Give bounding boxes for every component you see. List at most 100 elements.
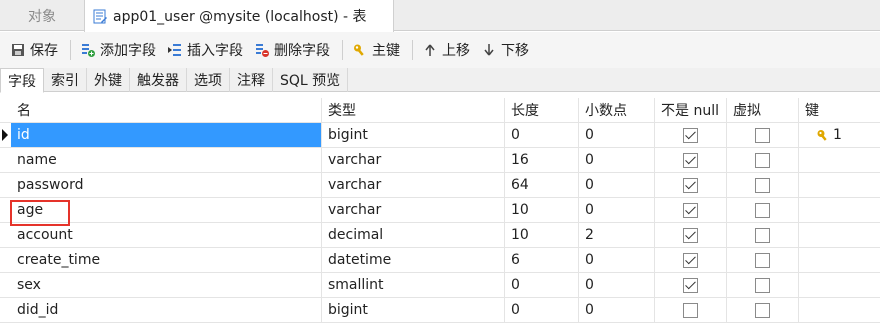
field-type-cell[interactable]: varchar — [322, 173, 505, 197]
insert-field-button[interactable]: 插入字段 — [163, 37, 248, 63]
field-decimals-cell[interactable]: 0 — [579, 173, 655, 197]
row-indicator — [0, 173, 11, 197]
current-row-arrow-icon — [2, 129, 8, 141]
field-key-cell[interactable] — [799, 173, 880, 197]
field-decimals-cell[interactable]: 0 — [579, 198, 655, 222]
move-down-button[interactable]: 下移 — [477, 37, 534, 63]
field-name-cell[interactable]: sex — [11, 273, 322, 297]
not-null-checkbox[interactable] — [683, 252, 698, 268]
virtual-checkbox[interactable] — [755, 227, 770, 243]
table-row[interactable]: age varchar 10 0 — [0, 198, 880, 223]
field-key-cell[interactable] — [799, 148, 880, 172]
virtual-checkbox[interactable] — [755, 277, 770, 293]
row-indicator — [0, 223, 11, 247]
add-field-button[interactable]: 添加字段 — [76, 37, 161, 63]
field-name-cell[interactable]: password — [11, 173, 322, 197]
primary-key-button[interactable]: 主键 — [348, 37, 405, 63]
field-length-cell[interactable]: 10 — [505, 223, 579, 247]
tab-indexes[interactable]: 索引 — [44, 68, 87, 92]
field-name-cell[interactable]: name — [11, 148, 322, 172]
tab-foreign-keys[interactable]: 外键 — [87, 68, 130, 92]
column-header-virtual[interactable]: 虚拟 — [727, 98, 799, 122]
field-type-cell[interactable]: datetime — [322, 248, 505, 272]
field-name-cell[interactable]: account — [11, 223, 322, 247]
virtual-checkbox[interactable] — [755, 177, 770, 193]
toolbar-divider — [412, 40, 413, 60]
field-key-cell[interactable] — [799, 248, 880, 272]
column-header-length[interactable]: 长度 — [505, 98, 579, 122]
virtual-checkbox[interactable] — [755, 302, 770, 318]
field-length-cell[interactable]: 64 — [505, 173, 579, 197]
field-type-cell[interactable]: smallint — [322, 273, 505, 297]
field-decimals-cell[interactable]: 0 — [579, 273, 655, 297]
field-key-cell[interactable]: 1 — [799, 123, 880, 147]
field-length-cell[interactable]: 0 — [505, 298, 579, 322]
table-row[interactable]: sex smallint 0 0 — [0, 273, 880, 298]
field-decimals-cell[interactable]: 0 — [579, 123, 655, 147]
column-header-type[interactable]: 类型 — [322, 98, 505, 122]
field-decimals-cell[interactable]: 0 — [579, 148, 655, 172]
not-null-checkbox-cell — [655, 123, 727, 147]
not-null-checkbox[interactable] — [683, 277, 698, 293]
not-null-checkbox-cell — [655, 223, 727, 247]
table-row[interactable]: account decimal 10 2 — [0, 223, 880, 248]
column-header-key[interactable]: 键 — [799, 98, 880, 122]
table-row[interactable]: name varchar 16 0 — [0, 148, 880, 173]
field-length-cell[interactable]: 6 — [505, 248, 579, 272]
tab-table-design-label: app01_user @mysite (localhost) - 表 — [113, 9, 367, 25]
not-null-checkbox[interactable] — [683, 227, 698, 243]
save-button[interactable]: 保存 — [6, 37, 63, 63]
tab-fields[interactable]: 字段 — [0, 68, 44, 93]
field-type-cell[interactable]: bigint — [322, 298, 505, 322]
tab-table-design[interactable]: app01_user @mysite (localhost) - 表 — [84, 0, 394, 32]
field-decimals-cell[interactable]: 2 — [579, 223, 655, 247]
field-type-cell[interactable]: decimal — [322, 223, 505, 247]
field-name-cell[interactable]: create_time — [11, 248, 322, 272]
column-header-decimals[interactable]: 小数点 — [579, 98, 655, 122]
tab-comment[interactable]: 注释 — [230, 68, 273, 92]
virtual-checkbox[interactable] — [755, 127, 770, 143]
table-design-icon — [93, 9, 107, 24]
field-name-cell[interactable]: did_id — [11, 298, 322, 322]
table-row[interactable]: password varchar 64 0 — [0, 173, 880, 198]
tab-triggers[interactable]: 触发器 — [130, 68, 187, 92]
virtual-checkbox[interactable] — [755, 202, 770, 218]
field-key-cell[interactable] — [799, 298, 880, 322]
table-row[interactable]: did_id bigint 0 0 — [0, 298, 880, 323]
virtual-checkbox-cell — [727, 123, 799, 147]
tab-options[interactable]: 选项 — [187, 68, 230, 92]
not-null-checkbox[interactable] — [683, 127, 698, 143]
virtual-checkbox-cell — [727, 198, 799, 222]
column-header-name[interactable]: 名 — [11, 98, 322, 122]
not-null-checkbox[interactable] — [683, 202, 698, 218]
table-row[interactable]: create_time datetime 6 0 — [0, 248, 880, 273]
field-length-cell[interactable]: 0 — [505, 273, 579, 297]
field-length-cell[interactable]: 10 — [505, 198, 579, 222]
virtual-checkbox[interactable] — [755, 152, 770, 168]
primary-key-label: 主键 — [372, 43, 400, 59]
tab-objects[interactable]: 对象 — [0, 0, 84, 31]
delete-field-button[interactable]: 删除字段 — [250, 37, 335, 63]
virtual-checkbox[interactable] — [755, 252, 770, 268]
field-length-cell[interactable]: 16 — [505, 148, 579, 172]
field-key-cell[interactable] — [799, 223, 880, 247]
not-null-checkbox[interactable] — [683, 177, 698, 193]
table-row[interactable]: id bigint 0 0 1 — [0, 123, 880, 148]
not-null-checkbox[interactable] — [683, 302, 698, 318]
field-key-cell[interactable] — [799, 198, 880, 222]
tab-sql-preview[interactable]: SQL 预览 — [273, 68, 349, 92]
field-length-cell[interactable]: 0 — [505, 123, 579, 147]
not-null-checkbox-cell — [655, 273, 727, 297]
field-type-cell[interactable]: varchar — [322, 148, 505, 172]
not-null-checkbox-cell — [655, 198, 727, 222]
field-name-cell[interactable]: age — [11, 198, 322, 222]
field-name-cell[interactable]: id — [11, 123, 322, 147]
field-type-cell[interactable]: varchar — [322, 198, 505, 222]
move-up-button[interactable]: 上移 — [418, 37, 475, 63]
field-type-cell[interactable]: bigint — [322, 123, 505, 147]
field-key-cell[interactable] — [799, 273, 880, 297]
field-decimals-cell[interactable]: 0 — [579, 298, 655, 322]
column-header-not-null[interactable]: 不是 null — [655, 98, 727, 122]
not-null-checkbox[interactable] — [683, 152, 698, 168]
field-decimals-cell[interactable]: 0 — [579, 248, 655, 272]
